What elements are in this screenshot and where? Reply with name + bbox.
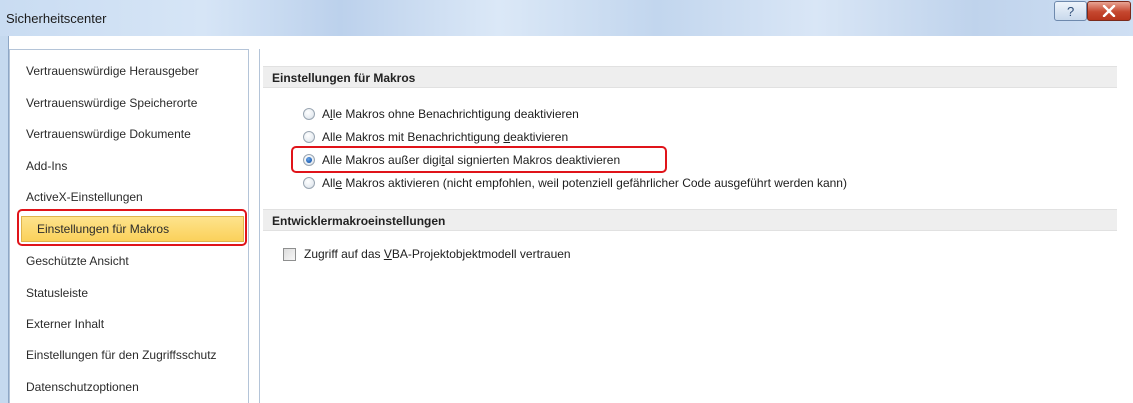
sidebar-item-trusted-locations[interactable]: Vertrauenswürdige Speicherorte [9, 90, 233, 116]
help-glyph: ? [1067, 4, 1074, 18]
option-label: Alle Makros ohne Benachrichtigung deakti… [322, 107, 579, 121]
sidebar-item-file-block-settings[interactable]: Einstellungen für den Zugriffsschutz [9, 342, 233, 368]
radio-enable-all-macros[interactable]: Alle Makros aktivieren (nicht empfohlen,… [303, 174, 847, 192]
radio-disable-all-with-notification[interactable]: Alle Makros mit Benachrichtigung deaktiv… [303, 128, 568, 146]
macro-settings-header: Einstellungen für Makros [263, 66, 1117, 88]
sidebar-item-macro-settings[interactable]: Einstellungen für Makros [21, 216, 244, 242]
trust-center-window: Sicherheitscenter ? Vertrauenswürdige He… [0, 0, 1133, 403]
sidebar-item-protected-view[interactable]: Geschützte Ansicht [9, 248, 233, 274]
help-icon: ? [1065, 4, 1077, 18]
vba-trust-checkbox[interactable] [283, 247, 296, 261]
radio-button[interactable] [303, 177, 315, 189]
close-icon [1102, 5, 1116, 17]
checkbox-label: Zugriff auf das VBA-Projektobjektmodell … [304, 247, 571, 261]
help-button[interactable]: ? [1054, 1, 1087, 21]
sidebar-item-activex-settings[interactable]: ActiveX-Einstellungen [9, 184, 233, 210]
developer-macro-settings-header: Entwicklermakroeinstellungen [263, 209, 1117, 231]
sidebar-item-external-content[interactable]: Externer Inhalt [9, 311, 233, 337]
radio-button[interactable] [303, 131, 315, 143]
option-label: Alle Makros aktivieren (nicht empfohlen,… [322, 176, 847, 190]
radio-button[interactable] [303, 108, 315, 120]
close-button[interactable] [1087, 1, 1131, 21]
sidebar-item-add-ins[interactable]: Add-Ins [9, 153, 233, 179]
sidebar-item-privacy-options[interactable]: Datenschutzoptionen [9, 374, 233, 400]
title-bar: Sicherheitscenter ? [0, 0, 1133, 36]
option-label: Alle Makros außer digital signierten Mak… [322, 153, 621, 167]
radio-button-selected[interactable] [303, 154, 315, 166]
window-title: Sicherheitscenter [6, 11, 107, 26]
radio-disable-except-signed[interactable]: Alle Makros außer digital signierten Mak… [303, 151, 620, 169]
sidebar-item-message-bar[interactable]: Statusleiste [9, 280, 233, 306]
sidebar-item-trusted-publishers[interactable]: Vertrauenswürdige Herausgeber [9, 58, 233, 84]
sidebar-item-trusted-documents[interactable]: Vertrauenswürdige Dokumente [9, 121, 233, 147]
option-label: Alle Makros mit Benachrichtigung deaktiv… [322, 130, 569, 144]
radio-disable-all-without-notification[interactable]: Alle Makros ohne Benachrichtigung deakti… [303, 105, 579, 123]
vba-object-model-access-option[interactable]: Zugriff auf das VBA-Projektobjektmodell … [283, 246, 571, 262]
